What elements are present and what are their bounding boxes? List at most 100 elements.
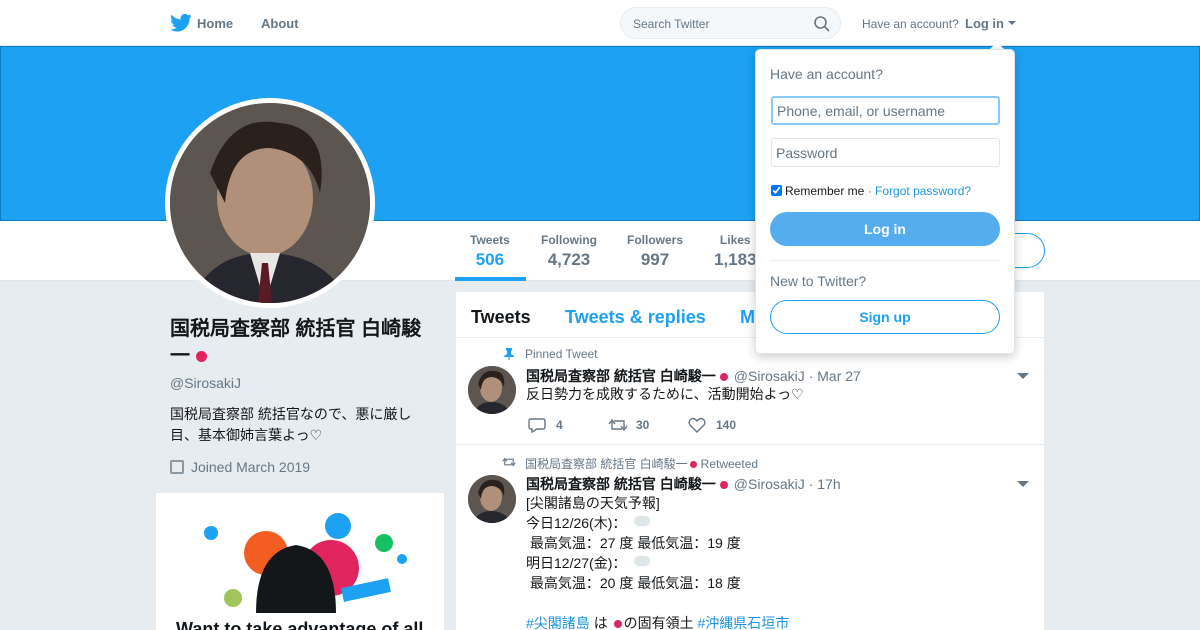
dot-separator: ·	[867, 184, 872, 198]
tweet-pinned[interactable]: Pinned Tweet 国税局査察部 統括官 白崎駿一 @SirosakiJ ·…	[456, 338, 1044, 445]
dot-separator: ·	[808, 368, 814, 384]
tab-tweets-replies[interactable]: Tweets & replies	[565, 307, 706, 328]
profile-name: 国税局査察部 統括官 白崎駿一	[170, 316, 430, 370]
tweet-retweeted[interactable]: 国税局査察部 統括官 白崎駿一 Retweeted 国税局査察部 統括官 白崎駿一…	[456, 445, 1044, 630]
tweet-time[interactable]: 17h	[817, 476, 840, 492]
profile-handle[interactable]: @SirosakiJ	[170, 375, 241, 391]
hashtag-link[interactable]: #沖縄県石垣市	[697, 615, 789, 630]
profile-avatar[interactable]	[165, 98, 375, 308]
avatar-mini	[468, 366, 516, 414]
chevron-down-icon[interactable]	[1017, 373, 1029, 379]
remember-me-row: Remember me · Forgot password?	[771, 184, 971, 198]
stat-value: 506	[475, 250, 505, 269]
tweet-author[interactable]: 国税局査察部 統括官 白崎駿一	[526, 476, 716, 492]
tweet-header: 国税局査察部 統括官 白崎駿一 @SirosakiJ · 17h	[526, 474, 841, 494]
reply-count: 4	[556, 418, 563, 432]
pinned-label: Pinned Tweet	[525, 347, 598, 361]
reply-icon[interactable]	[528, 417, 546, 433]
stat-tweets[interactable]: Tweets 506	[470, 233, 510, 270]
japan-flag-icon	[689, 461, 697, 469]
profile-name-text: 国税局査察部 統括官 白崎駿一	[170, 318, 422, 367]
stat-label: Followers	[627, 233, 684, 247]
calendar-icon	[170, 460, 184, 474]
login-dropdown-toggle[interactable]: Log in	[965, 16, 1004, 31]
stat-label: Tweets	[470, 233, 510, 247]
pin-icon	[504, 348, 514, 360]
tweet-line: 最高気温：20 度 最低気温：18 度	[526, 575, 741, 591]
tweet-avatar[interactable]	[468, 475, 516, 523]
stat-label: Following	[541, 233, 597, 247]
cloud-icon	[634, 516, 651, 526]
hashtag-link[interactable]: #尖閣諸島	[526, 615, 590, 630]
remember-me-label[interactable]: Remember me	[785, 184, 864, 198]
tab-tweets[interactable]: Tweets	[471, 307, 531, 328]
like-count: 140	[716, 418, 737, 432]
search-input[interactable]	[633, 15, 803, 33]
tweet-line-text: 明日12/27(金)：	[526, 555, 627, 571]
have-account-text: Have an account?	[862, 17, 959, 31]
stat-followers[interactable]: Followers 997	[627, 233, 683, 270]
dot-separator: ·	[808, 476, 814, 492]
tweet-line: 今日12/26(木)：	[526, 513, 651, 533]
retweet-context-icon	[502, 457, 516, 467]
japan-flag-icon	[719, 481, 728, 490]
nav-about-link[interactable]: About	[261, 16, 299, 31]
profile-bio: 国税局査察部 統括官なので、悪に厳し目、基本御姉言葉よっ♡	[170, 406, 412, 443]
profile-joined: Joined March 2019	[170, 459, 310, 475]
tweet-time[interactable]: Mar 27	[817, 368, 861, 384]
signup-promo-card: Want to take advantage of all	[156, 493, 444, 630]
active-stat-underline	[455, 277, 526, 281]
retweeter-name[interactable]: 国税局査察部 統括官 白崎駿一	[525, 457, 688, 471]
chevron-down-icon[interactable]	[1017, 481, 1029, 487]
japan-flag-icon	[196, 351, 207, 363]
top-navigation-bar: Home About Have an account? Log in	[0, 0, 1200, 46]
cloud-icon	[634, 556, 651, 566]
stat-value: 997	[640, 250, 670, 269]
stat-label: Likes	[719, 233, 751, 247]
login-button[interactable]: Log in	[770, 212, 1000, 246]
stat-value: 1,183	[714, 250, 757, 269]
promo-title: Want to take advantage of all	[176, 619, 424, 630]
caret-down-icon[interactable]	[1008, 21, 1016, 25]
tweet-handle[interactable]: @SirosakiJ	[734, 476, 805, 492]
username-field[interactable]	[771, 96, 1000, 125]
tweet-line: [尖閣諸島の天気予報]	[526, 495, 660, 511]
avatar-mini	[468, 475, 516, 523]
avatar-illustration	[170, 103, 370, 303]
password-field[interactable]	[771, 138, 1000, 167]
retweet-icon[interactable]	[608, 417, 628, 433]
tweet-line: 明日12/27(金)：	[526, 553, 651, 573]
retweet-context: 国税局査察部 統括官 白崎駿一 Retweeted	[525, 455, 758, 472]
new-to-twitter-text: New to Twitter?	[770, 273, 867, 289]
avatar-photo	[170, 103, 370, 303]
stat-following[interactable]: Following 4,723	[541, 233, 597, 270]
remember-me-checkbox[interactable]	[771, 185, 782, 196]
tweet-text-fragment: は	[593, 615, 608, 630]
twitter-bird-icon[interactable]	[170, 13, 192, 33]
retweeted-label: Retweeted	[700, 457, 759, 471]
like-icon[interactable]	[688, 417, 706, 433]
tweet-line: 最高気温：27 度 最低気温：19 度	[526, 535, 741, 551]
tweet-text: 反日勢力を成敗するために、活動開始よっ♡	[526, 386, 804, 402]
tweet-text-fragment: の固有領土	[623, 615, 694, 630]
nav-home-link[interactable]: Home	[197, 16, 233, 31]
tweet-line: #尖閣諸島 は の固有領土 #沖縄県石垣市	[526, 613, 789, 630]
tweet-handle[interactable]: @SirosakiJ	[734, 368, 805, 384]
forgot-password-link[interactable]: Forgot password?	[875, 184, 971, 198]
tab-media[interactable]: M	[740, 307, 755, 328]
joined-text: Joined March 2019	[191, 459, 311, 475]
search-icon[interactable]	[813, 15, 831, 33]
dropdown-title: Have an account?	[770, 66, 883, 82]
signup-button[interactable]: Sign up	[770, 300, 1000, 334]
promo-illustration	[204, 513, 407, 613]
tweet-author[interactable]: 国税局査察部 統括官 白崎駿一	[526, 368, 716, 384]
japan-flag-icon	[613, 620, 622, 629]
retweet-count: 30	[636, 418, 650, 432]
stat-likes[interactable]: Likes 1,183	[714, 233, 757, 270]
tweet-line-text: 今日12/26(木)：	[526, 515, 627, 531]
tweet-avatar[interactable]	[468, 366, 516, 414]
tweet-header: 国税局査察部 統括官 白崎駿一 @SirosakiJ · Mar 27	[526, 366, 861, 386]
stat-value: 4,723	[547, 250, 591, 269]
japan-flag-icon	[719, 373, 728, 382]
login-dropdown: Have an account? Remember me · Forgot pa…	[755, 49, 1015, 354]
